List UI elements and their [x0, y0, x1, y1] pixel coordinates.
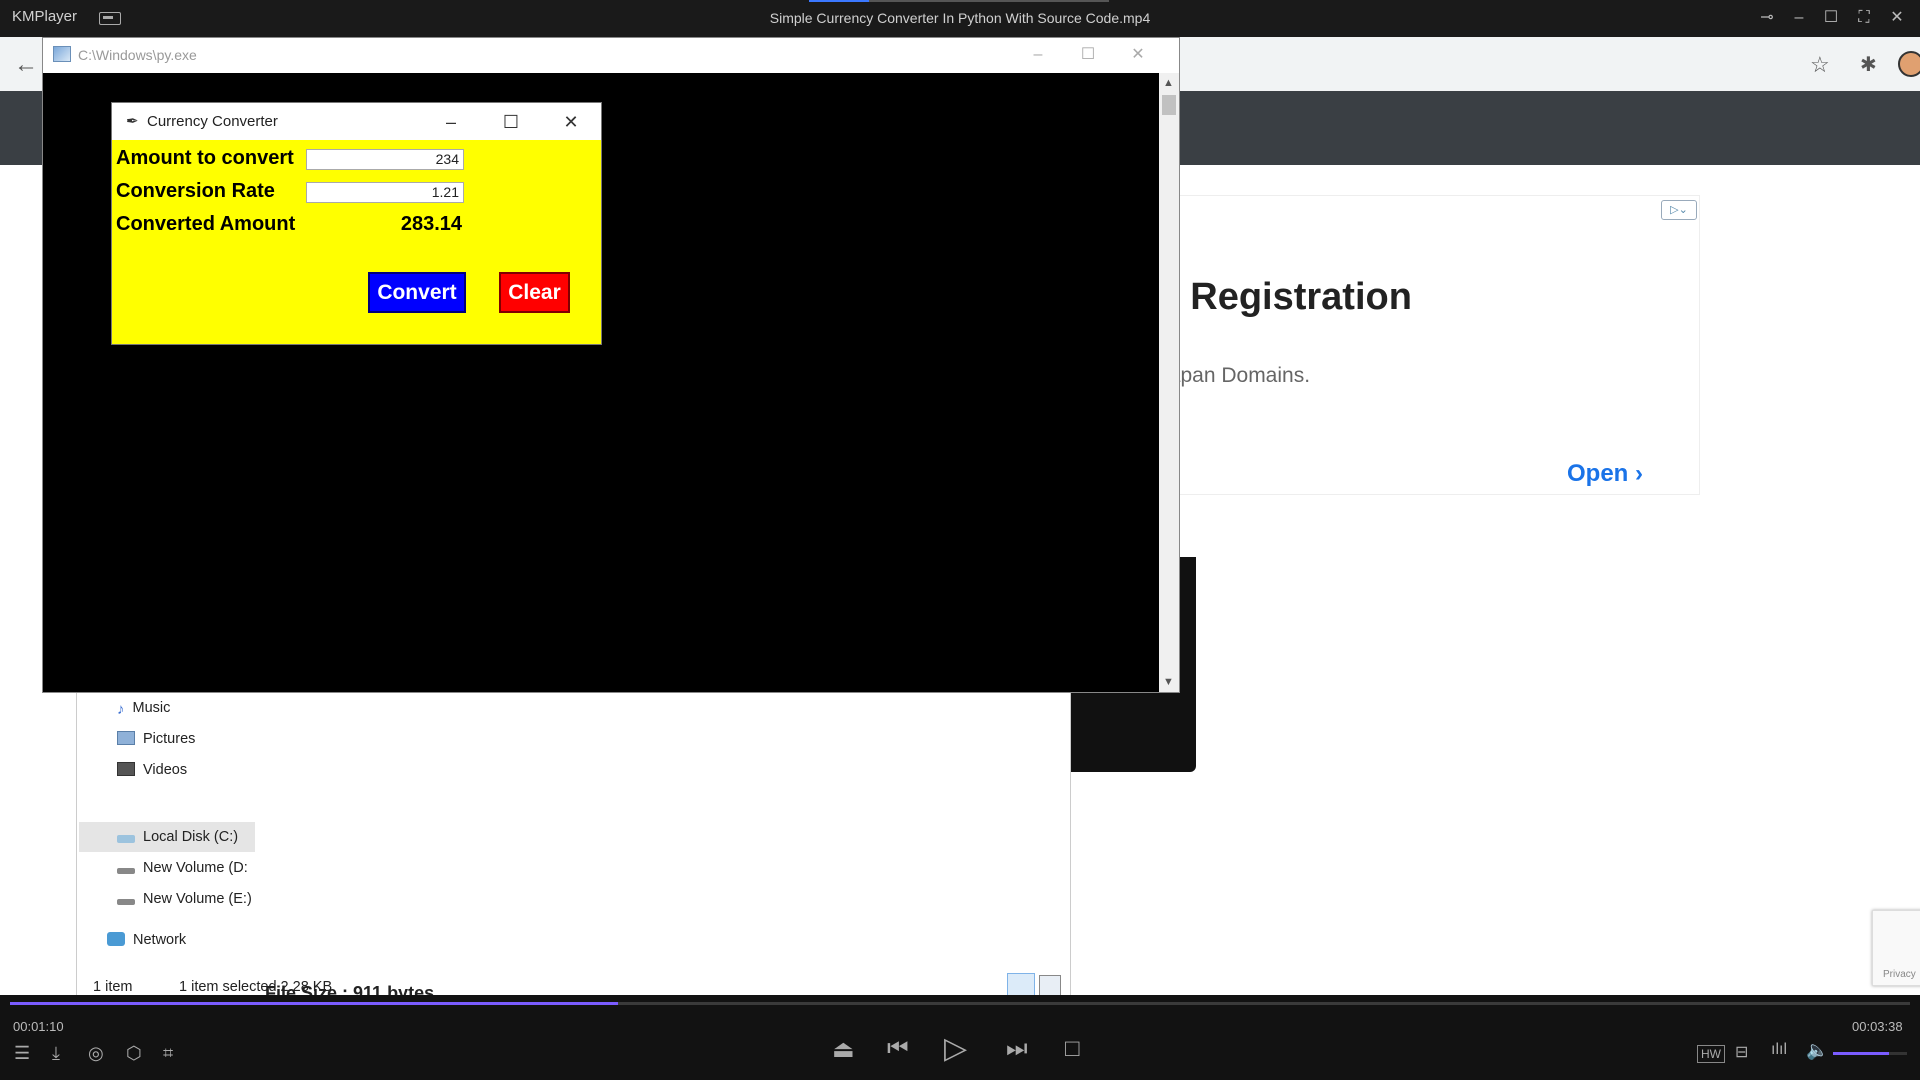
converted-label: Converted Amount [116, 213, 296, 235]
3d-cube-icon[interactable]: ⬡ [126, 1043, 142, 1064]
nav-item-music[interactable]: ♪ Music [117, 693, 170, 723]
feather-icon: ✒ [126, 113, 139, 130]
subtitle-icon[interactable]: ⊟ [1735, 1042, 1748, 1062]
videos-icon [117, 762, 135, 776]
audio-equalizer-icon[interactable]: ılıl [1771, 1041, 1787, 1059]
console-minimize-icon[interactable]: – [1023, 44, 1053, 66]
rate-label: Conversion Rate [116, 180, 275, 202]
ad-card[interactable]: ▷⌄ main Registration CO.JP Japan Domains… [1090, 195, 1700, 495]
volume-icon[interactable]: 🔈 [1806, 1040, 1828, 1061]
amount-label: Amount to convert [116, 147, 294, 169]
ad-open-link[interactable]: Open › [1567, 460, 1643, 488]
console-title: C:\Windows\py.exe [78, 47, 197, 63]
rate-input[interactable]: 1.21 [306, 182, 464, 203]
eject-icon[interactable]: ⏏ [832, 1035, 855, 1064]
file-explorer-window: ♪ Music Pictures Videos Local Disk (C:) N… [76, 692, 1071, 995]
recaptcha-badge[interactable]: Privacy [1872, 910, 1920, 986]
converter-maximize-icon[interactable]: ☐ [494, 109, 528, 135]
hw-decoder-icon[interactable]: HW [1697, 1045, 1725, 1063]
avatar[interactable] [1898, 51, 1920, 77]
minimize-icon[interactable]: – [1786, 6, 1812, 30]
extensions-icon[interactable]: ✱ [1860, 52, 1877, 77]
pictures-icon [117, 731, 135, 745]
nav-item-network[interactable]: Network [107, 925, 186, 955]
total-time: 00:03:38 [1852, 1019, 1903, 1034]
fullscreen-icon[interactable]: ⛶ [1851, 6, 1877, 30]
playlist-icon[interactable]: ☰ [14, 1043, 30, 1064]
scroll-down-icon[interactable]: ▼ [1163, 676, 1174, 688]
ad-choices-icon[interactable]: ▷⌄ [1661, 200, 1697, 220]
scroll-thumb[interactable] [1162, 95, 1176, 115]
chevron-right-icon: › [1635, 460, 1644, 487]
pin-icon[interactable]: ⊸ [1754, 6, 1780, 30]
bookmark-star-icon[interactable]: ☆ [1810, 52, 1830, 78]
maximize-icon[interactable]: ☐ [1818, 6, 1844, 30]
music-icon: ♪ [117, 701, 125, 718]
current-time: 00:01:10 [13, 1019, 64, 1034]
volume-slider[interactable] [1833, 1052, 1907, 1055]
network-icon [107, 932, 125, 946]
converted-amount-value: 283.14 [400, 213, 462, 235]
convert-button[interactable]: Convert [368, 272, 466, 313]
nav-item-local-disk-c[interactable]: Local Disk (C:) [117, 822, 238, 852]
nav-item-new-volume-d[interactable]: New Volume (D: [117, 853, 248, 883]
status-item-count: 1 item [93, 979, 133, 995]
title-progress-indicator [809, 0, 1109, 2]
console-close-icon[interactable]: ✕ [1123, 44, 1153, 66]
next-icon[interactable]: ⏭ [1006, 1035, 1028, 1063]
nav-item-pictures[interactable]: Pictures [117, 724, 195, 754]
console-app-icon [53, 46, 71, 62]
player-controls: 00:01:10 00:03:38 ☰ ⤓ ◎ ⬡ ⌗ ⏏ ⏮ ▷ ⏭ □ HW… [0, 995, 1920, 1080]
video-frame: ← ☆ ✱ ▷⌄ main Registration CO.JP Japan D… [0, 37, 1920, 995]
recaptcha-privacy-label: Privacy [1883, 969, 1916, 980]
stop-icon[interactable]: □ [1065, 1035, 1080, 1063]
capture-icon[interactable]: ⌗ [163, 1043, 173, 1064]
drive-icon [117, 899, 135, 905]
converter-title: Currency Converter [147, 113, 278, 130]
converter-minimize-icon[interactable]: – [434, 109, 468, 135]
console-maximize-icon[interactable]: ☐ [1073, 44, 1103, 66]
amount-input[interactable]: 234 [306, 149, 464, 170]
converter-close-icon[interactable]: ✕ [554, 109, 588, 135]
console-scrollbar[interactable]: ▲ ▼ [1159, 73, 1179, 692]
console-titlebar: C:\Windows\py.exe – ☐ ✕ [43, 38, 1179, 73]
status-bar: 1 item 1 item selected 2.28 KB [93, 979, 332, 995]
play-icon[interactable]: ▷ [944, 1031, 967, 1066]
nav-item-new-volume-e[interactable]: New Volume (E:) [117, 884, 252, 914]
seek-progress [10, 1002, 618, 1005]
seek-bar[interactable] [10, 1002, 1910, 1005]
currency-converter-window: ✒ Currency Converter – ☐ ✕ Amount to con… [111, 102, 602, 345]
nav-item-videos[interactable]: Videos [117, 755, 187, 785]
drive-icon [117, 868, 135, 874]
ad-open-label: Open [1567, 460, 1629, 487]
details-view-icon[interactable] [1007, 973, 1035, 995]
converter-titlebar: ✒ Currency Converter – ☐ ✕ [112, 103, 601, 140]
drive-icon [117, 835, 135, 843]
previous-icon[interactable]: ⏮ [887, 1035, 909, 1063]
download-icon[interactable]: ⤓ [52, 1043, 60, 1064]
scroll-up-icon[interactable]: ▲ [1163, 77, 1174, 89]
tiles-view-icon[interactable] [1039, 975, 1061, 995]
player-titlebar: KMPlayer Simple Currency Converter In Py… [0, 0, 1920, 37]
volume-level [1833, 1052, 1889, 1055]
video-title: Simple Currency Converter In Python With… [769, 10, 1151, 26]
file-size-text: File Size : 911 bytes [265, 983, 435, 995]
close-icon[interactable]: ✕ [1884, 6, 1910, 30]
clear-button[interactable]: Clear [499, 272, 570, 313]
back-arrow-icon[interactable]: ← [14, 51, 38, 79]
vr-icon[interactable]: ◎ [88, 1043, 104, 1064]
